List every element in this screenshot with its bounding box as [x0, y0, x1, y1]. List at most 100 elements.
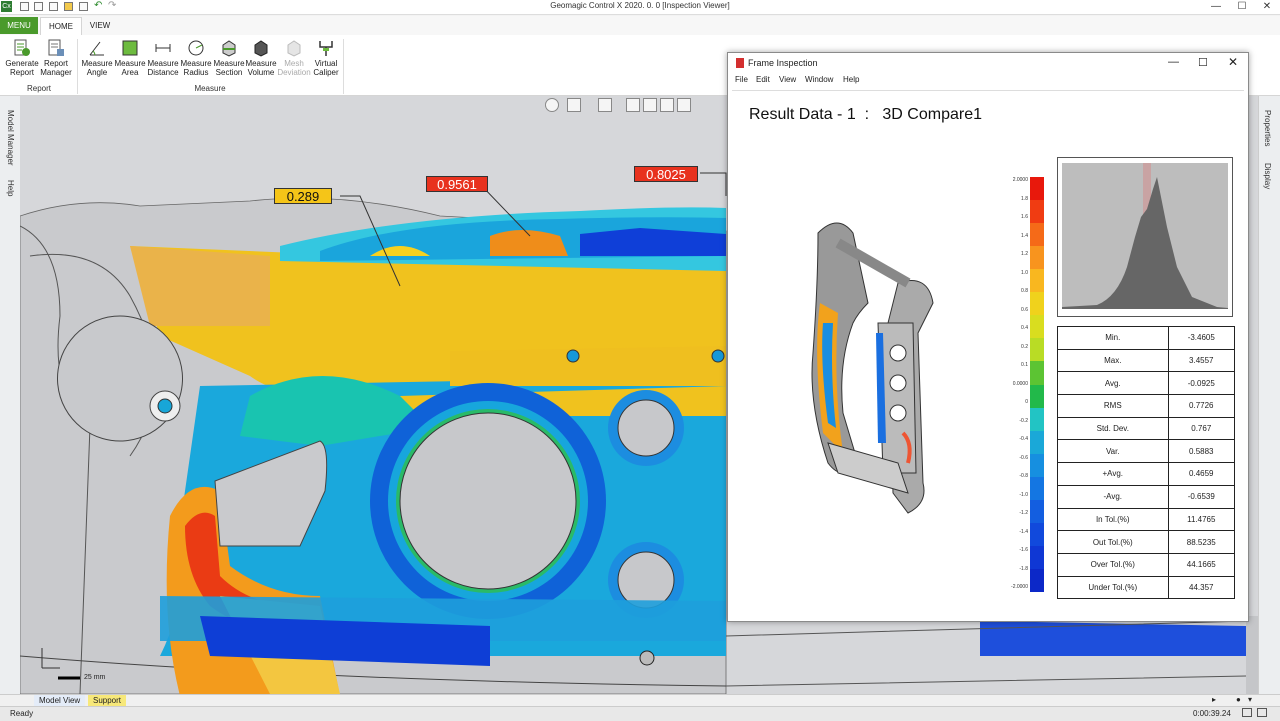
color-scale-label: -1.0 — [1019, 491, 1028, 498]
frame-inspection-window[interactable]: Frame Inspection — ☐ ✕ File Edit View Wi… — [727, 52, 1249, 622]
stat-label: Min. — [1057, 326, 1169, 350]
measure-radius-label: Measure Radius — [180, 59, 212, 77]
color-scale-label: 0.0000 — [1012, 380, 1028, 387]
fi-menu-edit[interactable]: Edit — [756, 75, 770, 84]
fi-menu-window[interactable]: Window — [805, 75, 833, 84]
measure-volume-button[interactable]: Measure Volume — [244, 37, 278, 83]
stat-label: Var. — [1057, 439, 1169, 464]
deviation-callout[interactable]: 0.8025 — [634, 166, 698, 182]
status-icon — [1257, 708, 1267, 717]
stat-value: 0.5883 — [1167, 439, 1236, 464]
virtual-caliper-label: Virtual Caliper — [313, 59, 339, 77]
color-scale-label: -2.0000 — [1011, 584, 1028, 590]
stat-value: -3.4605 — [1167, 326, 1236, 350]
fi-minimize-button[interactable]: — — [1168, 56, 1179, 68]
help-tab[interactable]: Help — [6, 180, 15, 196]
color-scale-label: 0.6 — [1021, 306, 1028, 313]
mesh-deviation-label: Mesh Deviation — [277, 59, 311, 77]
color-scale-label: -1.6 — [1019, 547, 1028, 553]
fi-menu-help[interactable]: Help — [843, 75, 859, 84]
view-front-icon[interactable] — [626, 98, 640, 112]
color-scale-label: 1.2 — [1021, 251, 1028, 257]
minimize-button[interactable]: — — [1203, 0, 1229, 14]
measure-angle-label: Measure Angle — [81, 59, 113, 77]
stat-row: RMS 0.7726 — [1057, 394, 1236, 418]
tab-menu-icon[interactable]: ▾ — [1248, 695, 1252, 704]
document-icon — [736, 58, 744, 68]
close-button[interactable]: ✕ — [1254, 0, 1280, 14]
stat-value: 44.1665 — [1167, 552, 1236, 577]
tab-list-icon[interactable]: ● — [1236, 695, 1241, 704]
stat-row: Over Tol.(%) 44.1665 — [1057, 552, 1236, 577]
stat-label: +Avg. — [1057, 462, 1169, 486]
status-icon — [1242, 708, 1252, 717]
color-scale-label: 0 — [1025, 399, 1028, 405]
stat-value: 0.767 — [1167, 416, 1236, 441]
stat-value: -0.6539 — [1167, 484, 1236, 509]
group-label-report: Report — [26, 84, 51, 93]
color-scale-label: -1.4 — [1019, 528, 1028, 535]
model-manager-tab[interactable]: Model Manager — [6, 110, 15, 166]
zoom-fit-icon[interactable] — [598, 98, 612, 112]
measure-area-button[interactable]: Measure Area — [113, 37, 147, 83]
fi-menu-file[interactable]: File — [735, 75, 748, 84]
color-scale-segment — [1030, 522, 1044, 547]
fi-close-button[interactable]: ✕ — [1228, 55, 1238, 69]
view-top-icon[interactable] — [643, 98, 657, 112]
color-scale-label: 1.6 — [1021, 214, 1028, 220]
stat-label: Std. Dev. — [1057, 416, 1169, 441]
color-scale-label: 2.0000 — [1012, 177, 1028, 183]
color-scale-segment — [1030, 246, 1044, 270]
tab-home[interactable]: HOME — [40, 17, 82, 35]
measure-area-label: Measure Area — [114, 59, 146, 77]
tab-support[interactable]: Support — [88, 695, 127, 706]
properties-tab[interactable]: Properties — [1263, 110, 1272, 146]
stat-row: Min. -3.4605 — [1057, 326, 1236, 350]
report-manager-label: Report Manager — [40, 59, 72, 77]
tab-scroll-right-icon[interactable]: ▸ — [1212, 695, 1216, 704]
statistics-table: Min. -3.4605 Max. 3.4557 Avg. -0.0925 RMS 0.772… — [1057, 326, 1236, 600]
measure-angle-button[interactable]: Measure Angle — [80, 37, 114, 83]
stat-value: 0.7726 — [1167, 394, 1236, 418]
color-scale-segment — [1030, 499, 1044, 524]
fi-menu-view[interactable]: View — [779, 75, 796, 84]
measure-section-button[interactable]: Measure Section — [212, 37, 246, 83]
color-scale-bar — [1030, 177, 1044, 593]
color-scale-label: 0.4 — [1021, 325, 1028, 331]
tab-view[interactable]: VIEW — [84, 17, 116, 34]
rotate-view-icon[interactable] — [545, 98, 559, 112]
color-scale-labels: 2.0000 1.8 1.6 1.4 1.2 1.0 0.8 0.6 0.4 0.2 0.1 0.00… — [998, 177, 1030, 592]
view-cube-icon[interactable] — [567, 98, 581, 112]
stat-label: Avg. — [1057, 371, 1169, 396]
color-scale-label: 1.8 — [1021, 195, 1028, 202]
stat-value: 0.4659 — [1167, 462, 1236, 486]
mesh-deviation-button[interactable]: Mesh Deviation — [277, 37, 311, 83]
stat-label: Under Tol.(%) — [1057, 575, 1169, 600]
generate-report-button[interactable]: Generate Report — [5, 37, 39, 83]
deviation-callout[interactable]: 0.9561 — [426, 176, 488, 192]
color-scale-segment — [1030, 407, 1044, 432]
report-manager-button[interactable]: Report Manager — [39, 37, 73, 83]
maximize-button[interactable]: ☐ — [1229, 0, 1255, 14]
color-scale-segment — [1030, 200, 1044, 224]
stat-label: Over Tol.(%) — [1057, 552, 1169, 577]
stat-value: 44.357 — [1167, 575, 1236, 600]
stat-row: Var. 0.5883 — [1057, 439, 1236, 464]
volume-icon — [254, 40, 268, 57]
color-scale-label: 1.0 — [1021, 269, 1028, 276]
tab-model-view[interactable]: Model View — [34, 695, 86, 706]
display-tab[interactable]: Display — [1263, 163, 1272, 189]
color-scale-segment — [1030, 545, 1044, 570]
fi-maximize-button[interactable]: ☐ — [1198, 56, 1208, 69]
stat-row: +Avg. 0.4659 — [1057, 462, 1236, 486]
deviation-callout[interactable]: 0.289 — [274, 188, 332, 204]
measure-radius-button[interactable]: Measure Radius — [179, 37, 213, 83]
deviation-histogram — [1057, 157, 1233, 317]
virtual-caliper-button[interactable]: Virtual Caliper — [309, 37, 343, 83]
view-right-icon[interactable] — [660, 98, 674, 112]
color-scale-segment — [1030, 361, 1044, 385]
stat-label: Max. — [1057, 348, 1169, 373]
view-iso-icon[interactable] — [677, 98, 691, 112]
menu-button[interactable]: MENU — [0, 17, 38, 34]
measure-distance-button[interactable]: Measure Distance — [146, 37, 180, 83]
